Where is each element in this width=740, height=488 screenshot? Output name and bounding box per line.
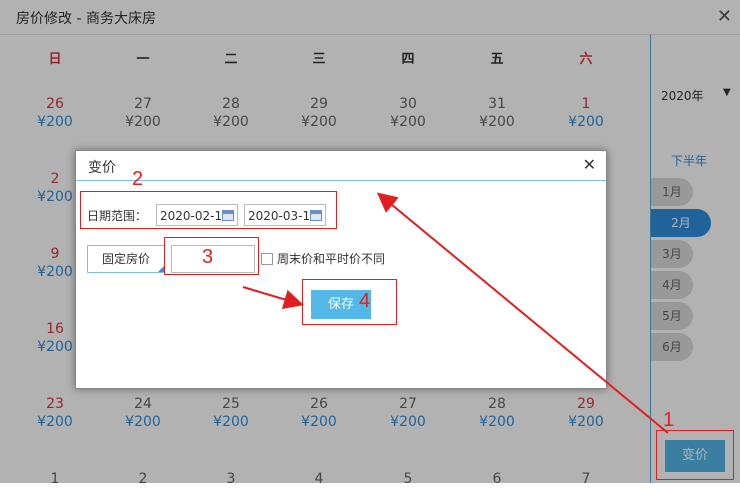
annotation-number-3: 3	[202, 246, 214, 268]
annotation-number-4: 4	[359, 290, 371, 312]
price-mode-value: 固定房价	[101, 252, 150, 266]
annotation-number-2: 2	[132, 168, 144, 190]
change-price-dialog: 变价 ✕ 日期范围： 2020-02-12 2020-03-12 固定房价 周末…	[75, 150, 607, 389]
annotation-number-1: 1	[663, 409, 675, 431]
annotation-box-save	[302, 279, 397, 325]
weekend-price-checkbox[interactable]	[261, 253, 273, 265]
close-icon[interactable]: ✕	[583, 155, 596, 174]
weekend-price-label: 周末价和平时价不同	[277, 252, 386, 266]
annotation-box-date-range	[80, 191, 337, 229]
dialog-title: 变价	[88, 160, 116, 176]
price-mode-select[interactable]: 固定房价	[87, 245, 165, 273]
dialog-header: 变价 ✕	[76, 151, 606, 181]
annotation-box-change	[656, 430, 734, 480]
